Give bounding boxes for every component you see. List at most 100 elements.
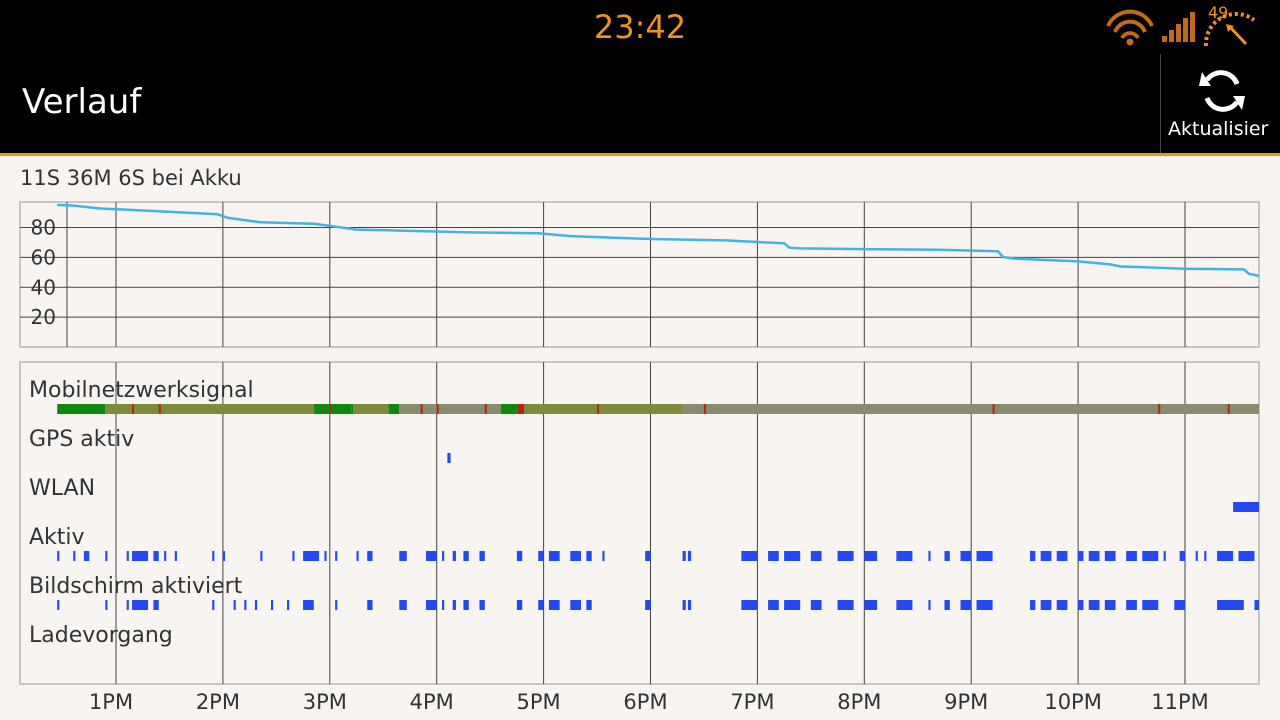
history-chart: 80 60 40 20 1PM 2PM 3PM 4PM 5PM 6PM 7PM 8PM 9PM 10PM 1… (19, 201, 1260, 714)
active-event-bar (73, 551, 76, 561)
screen-event-bar (1142, 600, 1159, 610)
screen-event-bar (741, 600, 758, 610)
wlan-event-bar (1233, 502, 1259, 512)
screen-event-bar (586, 600, 592, 610)
screen-event-bar (399, 600, 407, 610)
active-event-bar (324, 551, 327, 561)
signal-segment (682, 404, 1259, 414)
battery-chart-frame (19, 201, 1260, 348)
signal-segment (388, 404, 400, 414)
active-event-bar (687, 551, 692, 561)
active-event-bar (1088, 551, 1100, 561)
active-event-bar (602, 551, 605, 561)
screen-event-bar (57, 600, 60, 610)
active-event-bar (516, 551, 523, 561)
active-event-bar (1217, 551, 1234, 561)
active-event-bar (105, 551, 108, 561)
screen-event-bar (1174, 600, 1185, 610)
active-event-bar (1104, 551, 1116, 561)
active-event-bar (1040, 551, 1052, 561)
y-tick-label: 40 (31, 275, 56, 299)
active-event-bar (944, 551, 950, 561)
screen-event-bar (837, 600, 854, 610)
screen-event-bar (271, 600, 274, 610)
active-event-bar (83, 551, 90, 561)
x-tick-label: 1PM (89, 690, 133, 714)
active-event-bar (960, 551, 972, 561)
active-event-bar (303, 551, 320, 561)
active-event-bar (356, 551, 359, 561)
screen-event-bar (126, 600, 129, 610)
y-tick-label: 80 (31, 216, 56, 240)
active-event-bar (426, 551, 437, 561)
screen-event-bar (1088, 600, 1100, 610)
active-event-bar (645, 551, 651, 561)
active-event-bar (768, 551, 779, 561)
event-row-label: Bildschirm aktiviert (29, 574, 243, 599)
screen-event-bar (153, 600, 159, 610)
signal-segment (57, 404, 106, 414)
screen-event-bar (864, 600, 878, 610)
screen-event-bar (548, 600, 560, 610)
active-event-bar (335, 551, 338, 561)
active-event-bar (212, 551, 215, 561)
screen-event-bar (1217, 600, 1244, 610)
active-event-bar (442, 551, 445, 561)
signal-segment (105, 404, 314, 414)
active-event-bar (174, 551, 177, 561)
active-event-bar (1179, 551, 1185, 561)
signal-mark (703, 404, 706, 414)
screen-event-bar (538, 600, 544, 610)
battery-level-line (57, 203, 1260, 278)
x-tick-label: 10PM (1044, 690, 1102, 714)
screen-event-bar (1029, 600, 1036, 610)
x-tick-label: 3PM (303, 690, 347, 714)
screen-event-bar (810, 600, 822, 610)
active-event-bar (1126, 551, 1137, 561)
active-event-bar (463, 551, 469, 561)
screen-event-bar (1078, 600, 1084, 610)
active-event-bar (132, 551, 149, 561)
x-tick-label: 8PM (837, 690, 881, 714)
active-event-bar (864, 551, 878, 561)
active-event-bar (1029, 551, 1036, 561)
signal-mark (597, 404, 600, 414)
screen-event-bar (212, 600, 215, 610)
screen-event-bar (442, 600, 445, 610)
active-event-bar (1163, 551, 1166, 561)
screen-event-bar (132, 600, 149, 610)
signal-mark (132, 404, 135, 414)
screen-event-bar (367, 600, 373, 610)
screen-event-bar (1254, 600, 1259, 610)
screen-event-bar (645, 600, 651, 610)
x-tick-label: 11PM (1151, 690, 1209, 714)
active-event-bar (452, 551, 456, 561)
screen-event-bar (479, 600, 485, 610)
screen-event-bar (1126, 600, 1137, 610)
screen-event-bar (784, 600, 801, 610)
event-row-label: WLAN (29, 476, 95, 501)
active-event-bar (928, 551, 931, 561)
x-tick-label: 4PM (410, 690, 454, 714)
signal-segment (516, 404, 525, 414)
x-tick-label: 7PM (730, 690, 774, 714)
screen-event-bar (452, 600, 456, 610)
active-event-bar (682, 551, 686, 561)
screen-event-bar (976, 600, 993, 610)
screen-event-bar (303, 600, 314, 610)
signal-segment (353, 404, 389, 414)
signal-mark (992, 404, 995, 414)
active-event-bar (1204, 551, 1207, 561)
active-event-bar (292, 551, 295, 561)
screen-event-bar (1040, 600, 1052, 610)
screen-event-bar (516, 600, 523, 610)
active-event-bar (837, 551, 854, 561)
screen-event-bar (244, 600, 247, 610)
screen-event-bar (1056, 600, 1068, 610)
event-row-label: GPS aktiv (29, 427, 134, 452)
active-event-bar (164, 551, 167, 561)
screen-event-bar (928, 600, 931, 610)
active-event-bar (1142, 551, 1159, 561)
screen-event-bar (287, 600, 290, 610)
active-event-bar (222, 551, 226, 561)
